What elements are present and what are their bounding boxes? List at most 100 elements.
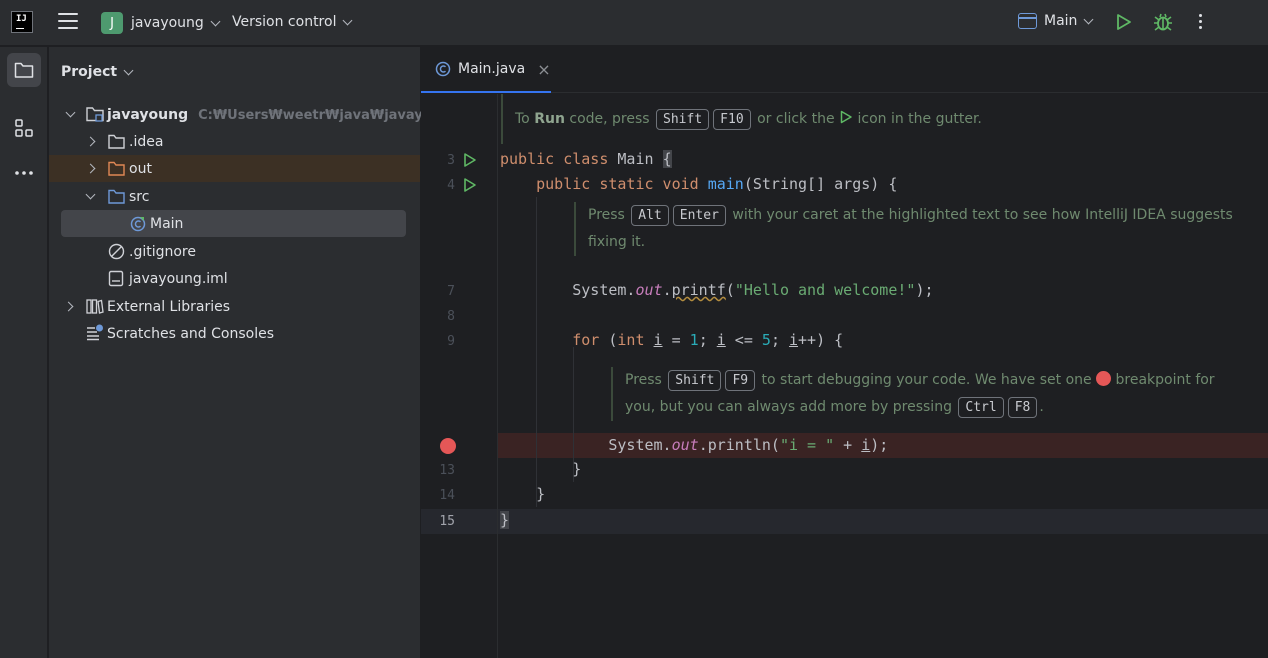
chevron-down-icon	[210, 16, 221, 26]
tree-label: Main	[150, 215, 184, 232]
module-folder-icon	[86, 107, 104, 122]
line-number: 8	[447, 309, 455, 324]
doc-bold-text: Run	[534, 111, 565, 127]
doc-text: breakpoint for	[1111, 372, 1215, 388]
doc-comment-run: To Run code, press Shift F10 or click the…	[501, 94, 982, 144]
folder-icon	[14, 62, 34, 78]
version-control-menu[interactable]: Version control	[232, 14, 353, 30]
project-name: javayoung	[131, 15, 204, 31]
line-number: 14	[439, 488, 455, 503]
tab-main-java[interactable]: Main.java ×	[421, 47, 551, 93]
run-gutter-icon[interactable]	[462, 177, 478, 193]
tool-window-strip	[0, 47, 48, 658]
code-line-7: System.out.printf("Hello and welcome!");	[572, 281, 934, 299]
editor-tab-bar: Main.java ×	[421, 47, 1268, 93]
structure-tool-button[interactable]	[7, 111, 41, 145]
code-line-14: }	[536, 485, 546, 503]
run-icon	[1117, 14, 1131, 30]
tree-label: src	[129, 188, 150, 205]
key-shift: Shift	[668, 370, 722, 391]
close-icon[interactable]: ×	[537, 60, 550, 79]
doc-text: you, but you can always add more by pres…	[625, 399, 957, 415]
project-panel-header[interactable]: Project	[61, 64, 134, 80]
tree-item-main[interactable]: Main	[61, 210, 406, 237]
run-icon	[840, 110, 852, 124]
code-line-12: System.out.println("i = " + i);	[608, 436, 889, 454]
doc-text: Press	[588, 207, 630, 223]
tree-item-out[interactable]: out	[49, 155, 420, 182]
tree-item-src[interactable]: src	[49, 183, 420, 210]
doc-text: or click the	[752, 111, 840, 127]
key-f9: F9	[725, 370, 756, 391]
project-switcher[interactable]: J javayoung	[101, 12, 221, 34]
tree-item-external-libraries[interactable]: External Libraries	[49, 293, 420, 320]
application-icon	[1018, 13, 1037, 29]
code-line-15: }	[500, 511, 510, 529]
project-badge-icon: J	[101, 12, 123, 34]
module-file-icon	[108, 270, 124, 287]
editor-area[interactable]: Main.java × 3 4 7 8 9 13 14 15 To Run co…	[421, 47, 1268, 658]
more-icon	[15, 171, 33, 175]
doc-comment-debug: Press Shift F9 to start debugging your co…	[611, 367, 1215, 421]
expand-arrow-icon[interactable]	[65, 107, 76, 118]
code-line-4: public static void main(String[] args) {	[536, 175, 898, 193]
chevron-down-icon	[1083, 14, 1094, 24]
more-tools-button[interactable]	[7, 156, 41, 190]
key-alt: Alt	[631, 205, 669, 226]
main-menu-button[interactable]	[58, 13, 78, 31]
tree-label: External Libraries	[107, 298, 230, 315]
version-control-label: Version control	[232, 14, 337, 30]
doc-text: with your caret at the highlighted text …	[727, 207, 1233, 223]
run-configuration-selector[interactable]: Main	[1018, 13, 1094, 29]
chevron-down-icon	[343, 15, 353, 25]
doc-text: to start debugging your code. We have se…	[757, 372, 1097, 388]
expand-arrow-icon[interactable]	[63, 301, 74, 312]
key-f10: F10	[713, 109, 751, 130]
more-actions-icon[interactable]	[1199, 14, 1203, 32]
code-line-3: public class Main {	[500, 150, 672, 168]
tree-label: javayoung	[107, 106, 189, 123]
scratches-icon	[87, 324, 103, 341]
tab-label: Main.java	[458, 61, 526, 77]
doc-text: To	[515, 111, 535, 127]
tree-label: out	[129, 160, 152, 177]
doc-text: icon in the gutter.	[853, 111, 982, 127]
expand-arrow-icon[interactable]	[85, 136, 96, 147]
folder-icon	[108, 134, 125, 149]
java-class-icon	[435, 61, 451, 77]
tree-item-javayoung[interactable]: javayoung C:₩Users₩weetr₩java₩javayoung	[49, 101, 460, 128]
debug-button[interactable]	[1153, 12, 1173, 36]
doc-comment-intentions: Press Alt Enter with your caret at the hi…	[574, 202, 1233, 256]
tree-item-gitignore[interactable]: .gitignore	[49, 238, 420, 265]
source-folder-icon	[108, 189, 125, 204]
chevron-down-icon	[123, 65, 134, 75]
key-shift: Shift	[656, 109, 710, 130]
breakpoint-icon[interactable]	[440, 438, 456, 454]
expand-arrow-icon[interactable]	[85, 189, 96, 200]
intellij-logo-icon[interactable]: IJ	[11, 11, 33, 33]
library-icon	[86, 299, 104, 314]
tree-item-scratches[interactable]: Scratches and Consoles	[49, 320, 420, 347]
tree-item-idea[interactable]: .idea	[49, 128, 420, 155]
breakpoint-icon	[1096, 371, 1112, 386]
tree-item-iml[interactable]: javayoung.iml	[49, 265, 420, 292]
current-line-highlight	[421, 509, 1268, 534]
gutter-separator	[497, 94, 498, 658]
key-enter: Enter	[672, 205, 726, 226]
project-panel-title: Project	[61, 64, 118, 80]
code-line-13: }	[572, 460, 582, 478]
line-number: 13	[439, 463, 455, 478]
doc-text: Press	[625, 372, 667, 388]
run-button[interactable]	[1115, 13, 1133, 35]
java-class-icon	[130, 216, 146, 232]
bug-icon	[1154, 13, 1172, 31]
project-panel: Project javayoung C:₩Users₩weetr₩java₩jav…	[49, 47, 460, 658]
line-number: 15	[439, 514, 455, 529]
doc-text: fixing it.	[588, 234, 646, 250]
project-tool-button[interactable]	[7, 53, 41, 87]
run-gutter-icon[interactable]	[462, 152, 478, 168]
expand-arrow-icon[interactable]	[85, 163, 96, 174]
title-bar: IJ J javayoung Version control Main	[0, 0, 1268, 46]
excluded-folder-icon	[108, 161, 125, 176]
structure-icon	[15, 119, 33, 137]
